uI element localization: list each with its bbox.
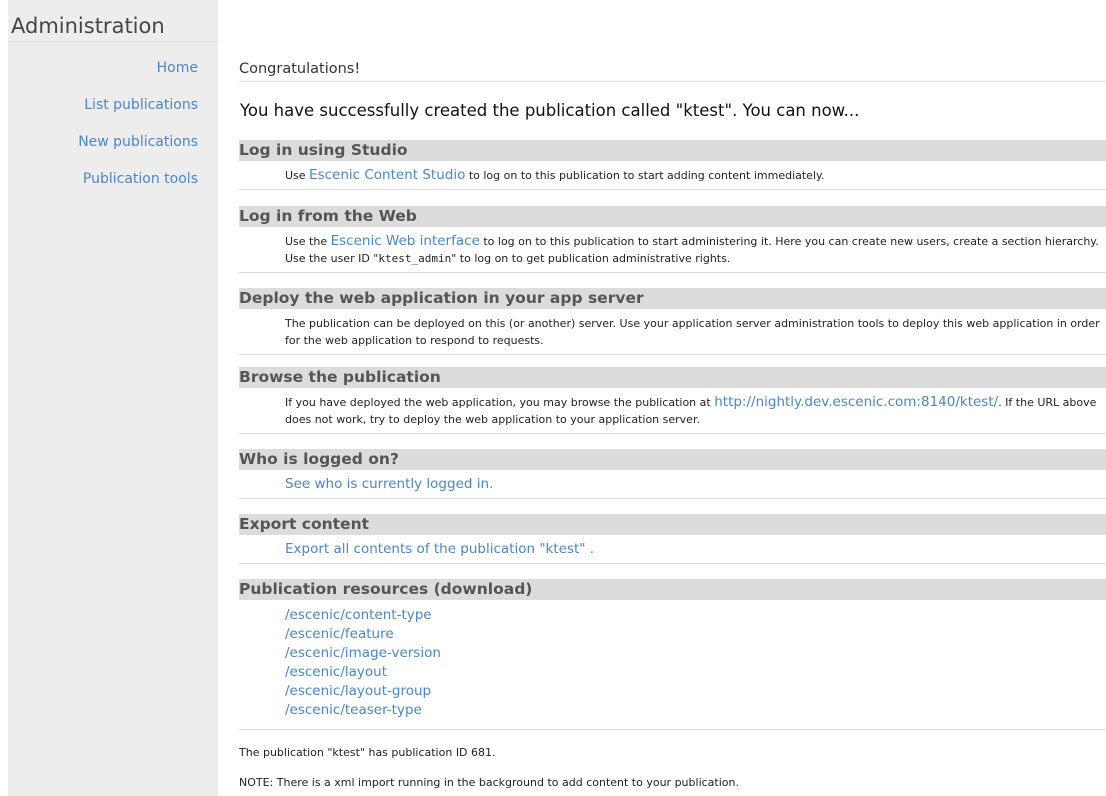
section-resources: Publication resources (download) /esceni… [239,579,1106,730]
text: to log on to this publication to start a… [465,169,825,182]
new-publications-link[interactable]: New publications [78,134,198,150]
section-body: Use Escenic Content Studio to log on to … [239,161,1106,190]
page-title: Congratulations! [239,61,1106,82]
resource-link[interactable]: /escenic/image-version [285,644,1106,663]
success-message: You have successfully created the public… [240,101,860,120]
publication-tools-link[interactable]: Publication tools [83,171,198,187]
list-publications-link[interactable]: List publications [84,97,198,113]
sidebar-item-new-publications: New publications [8,133,198,151]
resource-link[interactable]: /escenic/layout-group [285,682,1106,701]
publication-id-note: The publication "ktest" has publication … [239,746,496,759]
import-note: NOTE: There is a xml import running in t… [239,776,739,789]
resource-link[interactable]: /escenic/teaser-type [285,701,1106,720]
resource-link[interactable]: /escenic/content-type [285,606,1106,625]
home-link[interactable]: Home [157,60,198,76]
section-export: Export content Export all contents of th… [239,514,1106,564]
sidebar-title: Administration [8,0,218,42]
text: If you have deployed the web application… [285,396,715,409]
text: Use [285,169,310,182]
section-heading: Browse the publication [239,367,1106,388]
section-heading: Log in from the Web [239,206,1106,227]
section-body: Use the Escenic Web interface to log on … [239,227,1106,273]
section-heading: Export content [239,514,1106,535]
text: Use the [285,235,331,248]
resource-link[interactable]: /escenic/feature [285,625,1106,644]
sidebar: Administration Home List publications Ne… [8,0,218,796]
section-studio: Log in using Studio Use Escenic Content … [239,140,1106,190]
section-body: See who is currently logged in. [239,470,1106,499]
text: " to log on to get publication administr… [451,252,731,265]
section-deploy: Deploy the web application in your app s… [239,288,1106,355]
section-heading: Deploy the web application in your app s… [239,288,1106,309]
sidebar-item-publication-tools: Publication tools [8,170,198,188]
web-interface-link[interactable]: Escenic Web interface [331,233,480,249]
section-body: Export all contents of the publication "… [239,535,1106,564]
sidebar-item-list-publications: List publications [8,96,198,114]
sidebar-nav: Home List publications New publications … [8,42,218,188]
content-studio-link[interactable]: Escenic Content Studio [309,167,465,183]
sidebar-item-home: Home [8,59,198,77]
resource-link[interactable]: /escenic/layout [285,663,1106,682]
section-body: If you have deployed the web application… [239,388,1106,434]
export-link[interactable]: Export all contents of the publication "… [285,541,594,557]
section-heading: Who is logged on? [239,449,1106,470]
user-id: ktest_admin [378,252,452,265]
section-logged-on: Who is logged on? See who is currently l… [239,449,1106,499]
section-heading: Log in using Studio [239,140,1106,161]
section-heading: Publication resources (download) [239,579,1106,600]
section-web: Log in from the Web Use the Escenic Web … [239,206,1106,273]
section-body: The publication can be deployed on this … [239,309,1106,355]
section-browse: Browse the publication If you have deplo… [239,367,1106,434]
resource-list: /escenic/content-type /escenic/feature /… [239,600,1106,730]
logged-in-link[interactable]: See who is currently logged in. [285,476,493,492]
publication-url-link[interactable]: http://nightly.dev.escenic.com:8140/ktes… [714,394,998,410]
